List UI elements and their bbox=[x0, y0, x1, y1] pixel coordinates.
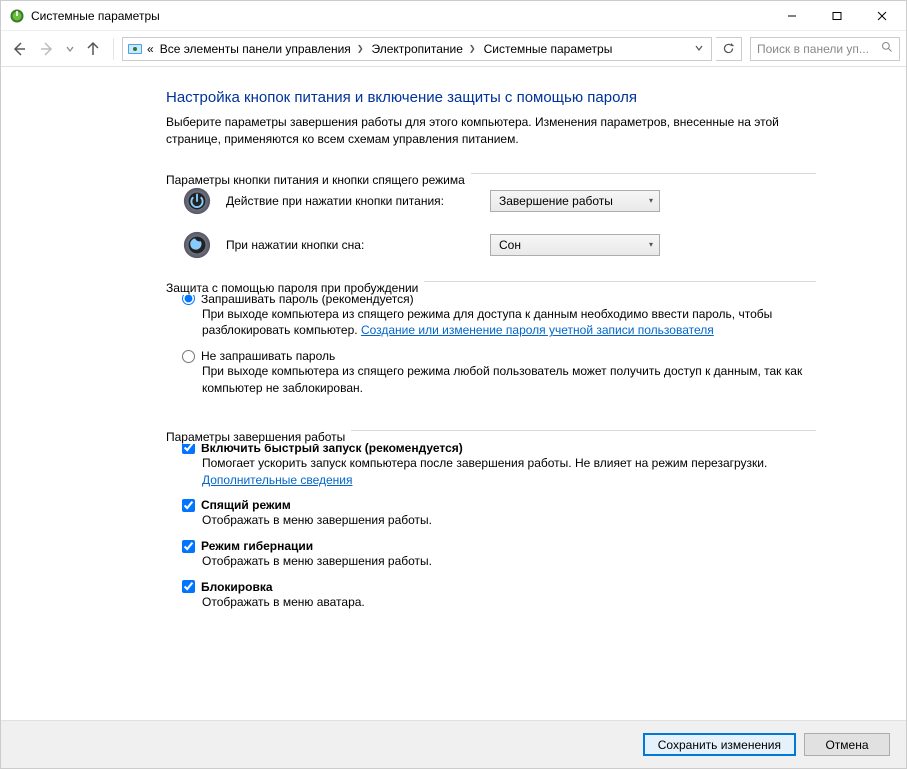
save-button[interactable]: Сохранить изменения bbox=[643, 733, 796, 756]
content-area: Настройка кнопок питания и включение защ… bbox=[1, 67, 906, 720]
sleep-button-action-label: При нажатии кнопки сна: bbox=[226, 238, 476, 252]
close-button[interactable] bbox=[859, 1, 904, 30]
power-button-icon bbox=[182, 186, 212, 216]
window-title: Системные параметры bbox=[31, 9, 160, 23]
lock-desc: Отображать в меню аватара. bbox=[202, 594, 816, 611]
control-panel-icon bbox=[127, 41, 143, 57]
power-button-action-label: Действие при нажатии кнопки питания: bbox=[226, 194, 476, 208]
fast-startup-option: Включить быстрый запуск (рекомендуется) … bbox=[182, 441, 816, 489]
breadcrumb-item[interactable]: Все элементы панели управления ❯ bbox=[158, 42, 366, 56]
no-password-radio[interactable] bbox=[182, 350, 195, 363]
search-placeholder: Поиск в панели уп... bbox=[757, 42, 875, 56]
search-icon bbox=[881, 41, 893, 56]
sleep-button-icon bbox=[182, 230, 212, 260]
learn-more-link[interactable]: Дополнительные сведения bbox=[202, 473, 352, 487]
change-password-link[interactable]: Создание или изменение пароля учетной за… bbox=[361, 323, 714, 337]
page-intro: Выберите параметры завершения работы для… bbox=[166, 114, 816, 148]
breadcrumb-prefix[interactable]: « bbox=[147, 42, 154, 56]
cancel-button[interactable]: Отмена bbox=[804, 733, 890, 756]
group-shutdown-settings: Параметры завершения работы Включить быс… bbox=[166, 423, 816, 611]
power-options-icon bbox=[9, 8, 25, 24]
group-legend: Защита с помощью пароля при пробуждении bbox=[166, 281, 424, 295]
lock-option: Блокировка Отображать в меню аватара. bbox=[182, 580, 816, 611]
nav-separator bbox=[113, 38, 114, 60]
group-power-buttons: Параметры кнопки питания и кнопки спящег… bbox=[166, 166, 816, 260]
power-button-action-row: Действие при нажатии кнопки питания: Зав… bbox=[182, 186, 816, 216]
minimize-button[interactable] bbox=[769, 1, 814, 30]
group-legend: Параметры завершения работы bbox=[166, 430, 351, 444]
footer-bar: Сохранить изменения Отмена bbox=[1, 720, 906, 768]
chevron-down-icon: ▾ bbox=[649, 196, 653, 205]
hibernate-desc: Отображать в меню завершения работы. bbox=[202, 553, 816, 570]
address-bar[interactable]: « Все элементы панели управления ❯ Элект… bbox=[122, 37, 712, 61]
forward-button[interactable] bbox=[35, 37, 59, 61]
group-legend: Параметры кнопки питания и кнопки спящег… bbox=[166, 173, 471, 187]
sleep-desc: Отображать в меню завершения работы. bbox=[202, 512, 816, 529]
breadcrumb-item[interactable]: Электропитание ❯ bbox=[370, 42, 478, 56]
address-dropdown-button[interactable] bbox=[691, 44, 707, 54]
sleep-option: Спящий режим Отображать в меню завершени… bbox=[182, 498, 816, 529]
require-password-desc: При выходе компьютера из спящего режима … bbox=[202, 306, 816, 340]
nav-bar: « Все элементы панели управления ❯ Элект… bbox=[1, 31, 906, 67]
fast-startup-desc: Помогает ускорить запуск компьютера посл… bbox=[202, 455, 816, 489]
back-button[interactable] bbox=[7, 37, 31, 61]
title-bar: Системные параметры bbox=[1, 1, 906, 31]
up-button[interactable] bbox=[81, 37, 105, 61]
search-box[interactable]: Поиск в панели уп... bbox=[750, 37, 900, 61]
breadcrumb-item[interactable]: Системные параметры bbox=[482, 42, 615, 56]
chevron-right-icon[interactable]: ❯ bbox=[467, 44, 478, 53]
hibernate-checkbox[interactable] bbox=[182, 540, 195, 553]
chevron-down-icon: ▾ bbox=[649, 240, 653, 249]
lock-checkbox[interactable] bbox=[182, 580, 195, 593]
chevron-right-icon[interactable]: ❯ bbox=[355, 44, 366, 53]
refresh-button[interactable] bbox=[716, 37, 742, 61]
sleep-checkbox[interactable] bbox=[182, 499, 195, 512]
sleep-button-action-select[interactable]: Сон ▾ bbox=[490, 234, 660, 256]
no-password-desc: При выходе компьютера из спящего режима … bbox=[202, 363, 816, 397]
recent-locations-button[interactable] bbox=[63, 37, 77, 61]
hibernate-option: Режим гибернации Отображать в меню завер… bbox=[182, 539, 816, 570]
no-password-option: Не запрашивать пароль При выходе компьют… bbox=[182, 349, 816, 397]
page-heading: Настройка кнопок питания и включение защ… bbox=[166, 89, 816, 106]
require-password-option: Запрашивать пароль (рекомендуется) При в… bbox=[182, 292, 816, 340]
group-wake-password: Защита с помощью пароля при пробуждении … bbox=[166, 274, 816, 397]
power-button-action-select[interactable]: Завершение работы ▾ bbox=[490, 190, 660, 212]
maximize-button[interactable] bbox=[814, 1, 859, 30]
sleep-button-action-row: При нажатии кнопки сна: Сон ▾ bbox=[182, 230, 816, 260]
